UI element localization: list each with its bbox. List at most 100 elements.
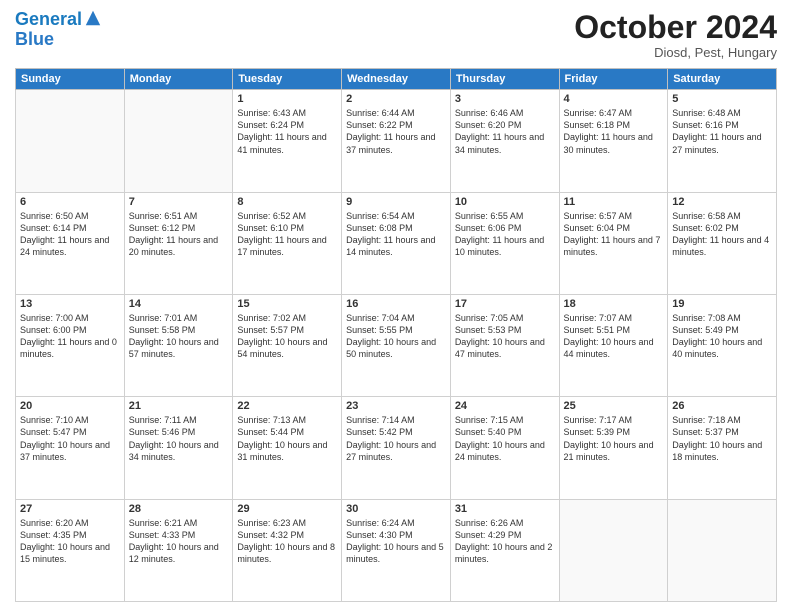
page: General Blue October 2024 Diosd, Pest, H… <box>0 0 792 612</box>
day-number: 2 <box>346 93 446 105</box>
calendar-cell: 22Sunrise: 7:13 AM Sunset: 5:44 PM Dayli… <box>233 397 342 499</box>
location: Diosd, Pest, Hungary <box>574 45 777 60</box>
day-info: Sunrise: 6:20 AM Sunset: 4:35 PM Dayligh… <box>20 517 120 566</box>
calendar-cell <box>559 499 668 601</box>
day-info: Sunrise: 6:50 AM Sunset: 6:14 PM Dayligh… <box>20 210 120 259</box>
calendar-cell: 27 Sunrise: 6:20 AM Sunset: 4:35 PM Dayli… <box>16 499 125 601</box>
week-row-1: 1 Sunrise: 6:43 AM Sunset: 6:24 PM Daylig… <box>16 90 777 192</box>
day-info: Sunrise: 6:21 AM Sunset: 4:33 PM Dayligh… <box>129 517 229 566</box>
calendar-cell: 19Sunrise: 7:08 AM Sunset: 5:49 PM Dayli… <box>668 294 777 396</box>
day-info: Sunrise: 7:02 AM Sunset: 5:57 PM Dayligh… <box>237 312 337 361</box>
day-number: 10 <box>455 196 555 208</box>
day-number: 17 <box>455 298 555 310</box>
day-number: 29 <box>237 503 337 515</box>
day-info: Sunrise: 6:24 AM Sunset: 4:30 PM Dayligh… <box>346 517 446 566</box>
day-number: 4 <box>564 93 664 105</box>
calendar-cell: 8Sunrise: 6:52 AM Sunset: 6:10 PM Daylig… <box>233 192 342 294</box>
day-info: Sunrise: 6:55 AM Sunset: 6:06 PM Dayligh… <box>455 210 555 259</box>
calendar-cell <box>16 90 125 192</box>
day-number: 1 <box>237 93 337 105</box>
week-row-3: 13 Sunrise: 7:00 AM Sunset: 6:00 PM Dayli… <box>16 294 777 396</box>
day-header-wednesday: Wednesday <box>342 69 451 90</box>
day-number: 30 <box>346 503 446 515</box>
day-info: Sunrise: 7:00 AM Sunset: 6:00 PM Dayligh… <box>20 312 120 361</box>
day-number: 26 <box>672 400 772 412</box>
day-number: 24 <box>455 400 555 412</box>
calendar-cell: 9 Sunrise: 6:54 AM Sunset: 6:08 PM Daylig… <box>342 192 451 294</box>
day-number: 6 <box>20 196 120 208</box>
calendar-cell: 4 Sunrise: 6:47 AM Sunset: 6:18 PM Daylig… <box>559 90 668 192</box>
day-info: Sunrise: 6:52 AM Sunset: 6:10 PM Dayligh… <box>237 210 337 259</box>
day-number: 25 <box>564 400 664 412</box>
day-number: 11 <box>564 196 664 208</box>
calendar-cell: 11 Sunrise: 6:57 AM Sunset: 6:04 PM Dayli… <box>559 192 668 294</box>
calendar-cell: 31Sunrise: 6:26 AM Sunset: 4:29 PM Dayli… <box>450 499 559 601</box>
day-info: Sunrise: 6:58 AM Sunset: 6:02 PM Dayligh… <box>672 210 772 259</box>
day-info: Sunrise: 7:15 AM Sunset: 5:40 PM Dayligh… <box>455 414 555 463</box>
calendar-cell: 2 Sunrise: 6:44 AM Sunset: 6:22 PM Daylig… <box>342 90 451 192</box>
logo-text: General <box>15 10 82 30</box>
calendar-cell: 25 Sunrise: 7:17 AM Sunset: 5:39 PM Dayli… <box>559 397 668 499</box>
day-number: 15 <box>237 298 337 310</box>
calendar-table: SundayMondayTuesdayWednesdayThursdayFrid… <box>15 68 777 602</box>
calendar-cell: 18Sunrise: 7:07 AM Sunset: 5:51 PM Dayli… <box>559 294 668 396</box>
calendar-cell: 14 Sunrise: 7:01 AM Sunset: 5:58 PM Dayli… <box>124 294 233 396</box>
calendar-cell: 26 Sunrise: 7:18 AM Sunset: 5:37 PM Dayli… <box>668 397 777 499</box>
day-number: 27 <box>20 503 120 515</box>
day-info: Sunrise: 6:51 AM Sunset: 6:12 PM Dayligh… <box>129 210 229 259</box>
day-number: 16 <box>346 298 446 310</box>
day-number: 14 <box>129 298 229 310</box>
calendar-cell: 10 Sunrise: 6:55 AM Sunset: 6:06 PM Dayli… <box>450 192 559 294</box>
days-header-row: SundayMondayTuesdayWednesdayThursdayFrid… <box>16 69 777 90</box>
day-number: 31 <box>455 503 555 515</box>
day-number: 7 <box>129 196 229 208</box>
day-number: 9 <box>346 196 446 208</box>
day-info: Sunrise: 6:46 AM Sunset: 6:20 PM Dayligh… <box>455 107 555 156</box>
header: General Blue October 2024 Diosd, Pest, H… <box>15 10 777 60</box>
calendar-cell: 7 Sunrise: 6:51 AM Sunset: 6:12 PM Daylig… <box>124 192 233 294</box>
calendar-cell: 13 Sunrise: 7:00 AM Sunset: 6:00 PM Dayli… <box>16 294 125 396</box>
calendar-cell: 21Sunrise: 7:11 AM Sunset: 5:46 PM Dayli… <box>124 397 233 499</box>
day-info: Sunrise: 6:43 AM Sunset: 6:24 PM Dayligh… <box>237 107 337 156</box>
day-number: 22 <box>237 400 337 412</box>
day-header-tuesday: Tuesday <box>233 69 342 90</box>
logo: General Blue <box>15 10 102 50</box>
day-header-thursday: Thursday <box>450 69 559 90</box>
day-info: Sunrise: 6:54 AM Sunset: 6:08 PM Dayligh… <box>346 210 446 259</box>
month-title: October 2024 <box>574 10 777 45</box>
calendar-cell: 17Sunrise: 7:05 AM Sunset: 5:53 PM Dayli… <box>450 294 559 396</box>
calendar-cell: 5 Sunrise: 6:48 AM Sunset: 6:16 PM Daylig… <box>668 90 777 192</box>
day-info: Sunrise: 7:17 AM Sunset: 5:39 PM Dayligh… <box>564 414 664 463</box>
calendar-cell <box>668 499 777 601</box>
calendar-cell: 30 Sunrise: 6:24 AM Sunset: 4:30 PM Dayli… <box>342 499 451 601</box>
day-number: 12 <box>672 196 772 208</box>
day-info: Sunrise: 7:18 AM Sunset: 5:37 PM Dayligh… <box>672 414 772 463</box>
logo-icon <box>84 9 102 27</box>
calendar-cell <box>124 90 233 192</box>
calendar-cell: 15 Sunrise: 7:02 AM Sunset: 5:57 PM Dayli… <box>233 294 342 396</box>
week-row-5: 27 Sunrise: 6:20 AM Sunset: 4:35 PM Dayli… <box>16 499 777 601</box>
calendar-cell: 23Sunrise: 7:14 AM Sunset: 5:42 PM Dayli… <box>342 397 451 499</box>
day-number: 20 <box>20 400 120 412</box>
day-info: Sunrise: 6:57 AM Sunset: 6:04 PM Dayligh… <box>564 210 664 259</box>
day-header-monday: Monday <box>124 69 233 90</box>
week-row-4: 20Sunrise: 7:10 AM Sunset: 5:47 PM Dayli… <box>16 397 777 499</box>
day-info: Sunrise: 7:07 AM Sunset: 5:51 PM Dayligh… <box>564 312 664 361</box>
day-number: 13 <box>20 298 120 310</box>
calendar-cell: 16Sunrise: 7:04 AM Sunset: 5:55 PM Dayli… <box>342 294 451 396</box>
day-info: Sunrise: 6:47 AM Sunset: 6:18 PM Dayligh… <box>564 107 664 156</box>
day-number: 5 <box>672 93 772 105</box>
title-block: October 2024 Diosd, Pest, Hungary <box>574 10 777 60</box>
day-header-sunday: Sunday <box>16 69 125 90</box>
day-info: Sunrise: 6:48 AM Sunset: 6:16 PM Dayligh… <box>672 107 772 156</box>
day-info: Sunrise: 7:14 AM Sunset: 5:42 PM Dayligh… <box>346 414 446 463</box>
day-info: Sunrise: 7:01 AM Sunset: 5:58 PM Dayligh… <box>129 312 229 361</box>
calendar-cell: 1 Sunrise: 6:43 AM Sunset: 6:24 PM Daylig… <box>233 90 342 192</box>
calendar-cell: 12 Sunrise: 6:58 AM Sunset: 6:02 PM Dayli… <box>668 192 777 294</box>
day-info: Sunrise: 6:44 AM Sunset: 6:22 PM Dayligh… <box>346 107 446 156</box>
calendar-cell: 28Sunrise: 6:21 AM Sunset: 4:33 PM Dayli… <box>124 499 233 601</box>
day-info: Sunrise: 7:11 AM Sunset: 5:46 PM Dayligh… <box>129 414 229 463</box>
day-info: Sunrise: 7:08 AM Sunset: 5:49 PM Dayligh… <box>672 312 772 361</box>
day-info: Sunrise: 6:23 AM Sunset: 4:32 PM Dayligh… <box>237 517 337 566</box>
calendar-cell: 24 Sunrise: 7:15 AM Sunset: 5:40 PM Dayli… <box>450 397 559 499</box>
